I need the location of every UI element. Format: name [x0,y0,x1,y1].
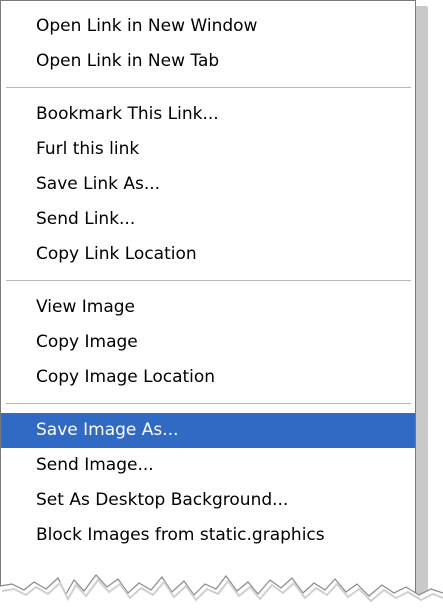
context-menu: Open Link in New Window Open Link in New… [0,0,416,596]
menu-item-send-image[interactable]: Send Image... [1,448,415,483]
menu-item-bookmark-link[interactable]: Bookmark This Link... [1,97,415,132]
menu-item-block-images[interactable]: Block Images from static.graphics [1,518,415,553]
menu-separator [1,79,415,97]
menu-item-send-link[interactable]: Send Link... [1,202,415,237]
menu-separator [1,395,415,413]
context-menu-list: Open Link in New Window Open Link in New… [1,9,415,553]
menu-separator [1,272,415,290]
menu-item-save-link-as[interactable]: Save Link As... [1,167,415,202]
menu-item-open-link-new-window[interactable]: Open Link in New Window [1,9,415,44]
menu-item-furl-link[interactable]: Furl this link [1,132,415,167]
menu-item-open-link-new-tab[interactable]: Open Link in New Tab [1,44,415,79]
menu-item-copy-image[interactable]: Copy Image [1,325,415,360]
menu-item-copy-image-location[interactable]: Copy Image Location [1,360,415,395]
menu-item-save-image-as[interactable]: Save Image As... [1,413,415,448]
menu-item-copy-link-location[interactable]: Copy Link Location [1,237,415,272]
menu-item-view-image[interactable]: View Image [1,290,415,325]
torn-edge-decoration [0,574,443,611]
menu-item-set-desktop-background[interactable]: Set As Desktop Background... [1,483,415,518]
